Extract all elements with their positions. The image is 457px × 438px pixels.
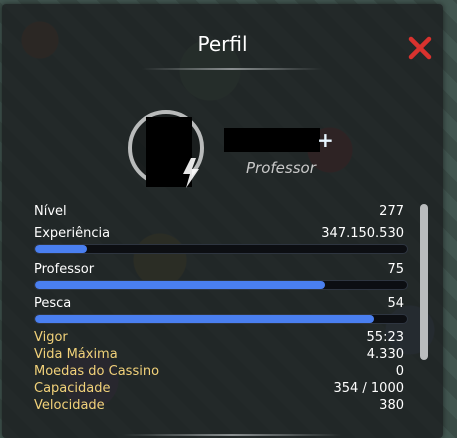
- stat-row-vigor: Vigor 55:23: [34, 330, 404, 346]
- experience-progress-bar: [34, 244, 408, 254]
- stat-value: 0: [395, 364, 404, 379]
- stat-value: 380: [379, 398, 404, 413]
- stat-row-nivel: Nível 277: [34, 204, 404, 220]
- stat-value: 75: [387, 262, 404, 277]
- plus-icon[interactable]: +: [317, 130, 334, 150]
- stat-label: Nível: [34, 204, 67, 219]
- stat-label: Moedas do Cassino: [34, 364, 160, 379]
- stat-value: 354 / 1000: [333, 381, 404, 396]
- stat-label: Vida Máxima: [34, 347, 118, 362]
- stat-label: Vigor: [34, 330, 68, 345]
- progress-fill: [35, 315, 374, 323]
- professor-progress-bar: [34, 280, 408, 290]
- progress-fill: [35, 281, 326, 289]
- stat-label: Professor: [34, 262, 95, 277]
- panel-title: Perfil: [197, 32, 248, 56]
- scrollbar[interactable]: [420, 204, 428, 360]
- profile-panel: Perfil + Professor Nível 277 Experiência…: [2, 4, 443, 438]
- title-divider: [142, 68, 322, 70]
- stat-label: Pesca: [34, 296, 72, 311]
- lightning-icon: [183, 158, 199, 188]
- stat-row-professor: Professor 75: [34, 262, 404, 278]
- bottom-divider: [122, 434, 342, 436]
- stat-value: 347.150.530: [321, 226, 404, 241]
- close-icon: [408, 36, 432, 60]
- stat-row-pesca: Pesca 54: [34, 296, 404, 312]
- stat-label: Capacidade: [34, 381, 111, 396]
- stat-row-moedas-cassino: Moedas do Cassino 0: [34, 364, 404, 380]
- stat-value: 55:23: [366, 330, 404, 345]
- stat-row-experiencia: Experiência 347.150.530: [34, 226, 404, 242]
- stat-value: 277: [379, 204, 404, 219]
- stat-label: Velocidade: [34, 398, 105, 413]
- stat-row-velocidade: Velocidade 380: [34, 398, 404, 414]
- stat-value: 4.330: [366, 347, 404, 362]
- close-button[interactable]: [406, 34, 434, 62]
- player-name: [224, 128, 320, 152]
- stat-row-capacidade: Capacidade 354 / 1000: [34, 381, 404, 397]
- stat-value: 54: [387, 296, 404, 311]
- player-role: Professor: [246, 159, 316, 177]
- pesca-progress-bar: [34, 314, 408, 324]
- progress-fill: [35, 245, 88, 253]
- stat-row-vida-maxima: Vida Máxima 4.330: [34, 347, 404, 363]
- stat-label: Experiência: [34, 226, 111, 241]
